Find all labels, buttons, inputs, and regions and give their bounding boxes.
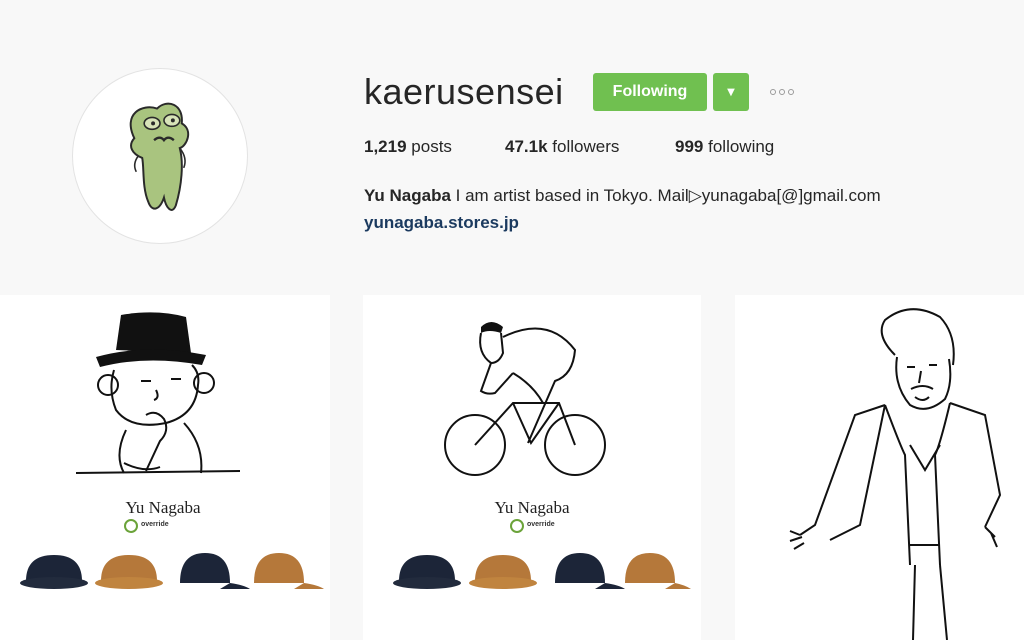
posts-label: posts [411,137,452,156]
more-options-icon [770,89,776,95]
illustration-bearded-man [789,308,1002,640]
post-thumbnail-3[interactable] [735,295,1024,640]
profile-avatar[interactable] [72,68,248,244]
profile-website-link[interactable]: yunagaba.stores.jp [364,211,519,235]
follow-options-dropdown-button[interactable]: ▼ [713,73,749,111]
cap-product-2 [95,555,163,589]
followers-count: 47.1k [505,137,548,156]
illustration-cyclist [393,322,691,589]
posts-count: 1,219 [364,137,407,156]
following-link[interactable]: 999 following [675,136,774,158]
bio-name: Yu Nagaba [364,186,451,205]
cap-product-3 [180,553,250,589]
post-2-brand: override [527,521,555,528]
followers-label: followers [552,137,620,156]
cap-product-4 [254,553,324,589]
frog-avatar-icon [129,102,190,211]
posts-stat: 1,219 posts [364,136,452,158]
illustration-man-bucket-hat [20,312,324,589]
cap-product-1 [20,555,88,589]
following-button[interactable]: Following [593,73,707,111]
following-label: following [708,137,775,156]
bio-text: I am artist based in Tokyo. Mail▷yunagab… [450,186,881,205]
profile-bio: Yu Nagaba I am artist based in Tokyo. Ma… [364,184,881,208]
post-2-caption: Yu Nagaba [494,498,570,517]
following-count: 999 [675,137,704,156]
post-1-brand: override [141,521,169,528]
followers-link[interactable]: 47.1k followers [505,136,619,158]
post-thumbnail-1[interactable]: Yu Nagaba override [0,295,330,640]
caret-down-icon: ▼ [727,86,735,98]
profile-username: kaerusensei [364,71,564,112]
post-thumbnail-2[interactable]: Yu Nagaba override [363,295,701,640]
more-options-button[interactable] [764,80,800,104]
post-1-caption: Yu Nagaba [125,498,201,517]
